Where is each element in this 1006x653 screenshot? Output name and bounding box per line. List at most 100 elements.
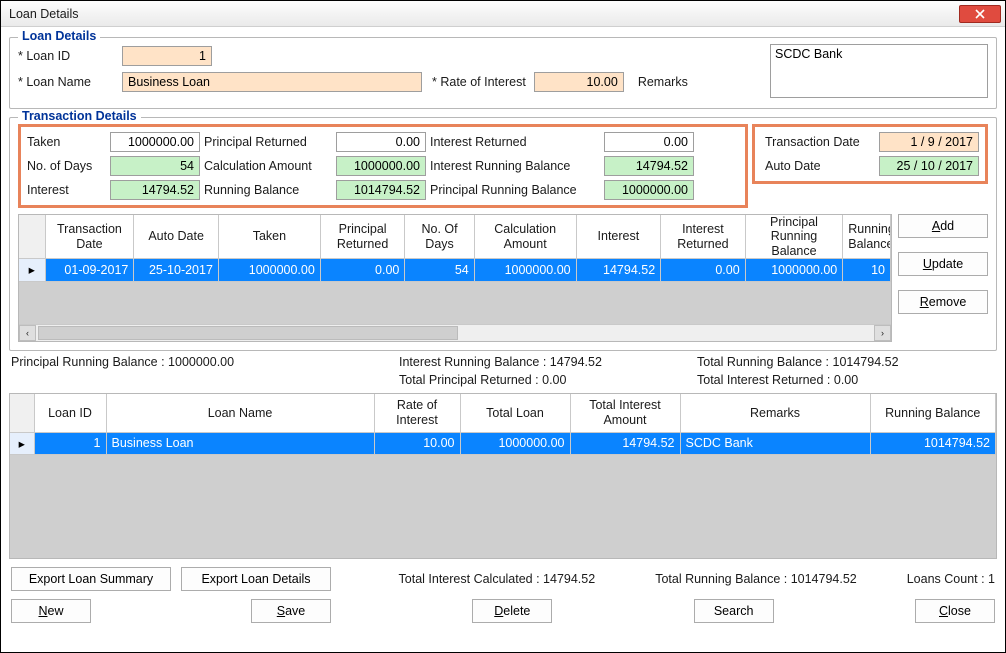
status-total-principal-returned: Total Principal Returned : 0.00	[339, 373, 667, 387]
summary-row[interactable]: ▸ 1 Business Loan 10.00 1000000.00 14794…	[10, 433, 996, 455]
close-icon	[974, 9, 986, 19]
loan-name-input[interactable]	[122, 72, 422, 92]
status-row-1: Principal Running Balance : 1000000.00 I…	[9, 353, 997, 371]
col-auto-date[interactable]: Auto Date	[134, 215, 219, 259]
transaction-date-label: Transaction Date	[765, 135, 875, 149]
cell-principal-returned: 0.00	[320, 259, 405, 281]
cell-auto-date: 25-10-2017	[134, 259, 219, 281]
cell-rate: 10.00	[374, 433, 460, 455]
row-indicator-icon: ▸	[19, 259, 45, 281]
col-transaction-date[interactable]: Transaction Date	[45, 215, 134, 259]
transaction-inputs-highlight: Taken Principal Returned Interest Return…	[18, 124, 748, 208]
col-total-loan[interactable]: Total Loan	[460, 394, 570, 432]
running-balance-label: Running Balance	[204, 183, 332, 197]
col-remarks[interactable]: Remarks	[680, 394, 870, 432]
tx-grid-hscroll[interactable]: ‹ ›	[19, 324, 891, 341]
rate-label: * Rate of Interest	[432, 75, 526, 89]
principal-returned-input[interactable]	[336, 132, 426, 152]
export-loan-details-button[interactable]: Export Loan Details	[181, 567, 331, 591]
cell-calculation-amount: 1000000.00	[474, 259, 576, 281]
loan-id-label: * Loan ID	[18, 49, 118, 63]
calculation-amount-input[interactable]	[336, 156, 426, 176]
add-button[interactable]: Add	[898, 214, 988, 238]
status-row-2: Total Principal Returned : 0.00 Total In…	[9, 373, 997, 391]
scroll-track[interactable]	[36, 325, 874, 341]
col-rate[interactable]: Rate of Interest	[374, 394, 460, 432]
loan-details-fieldset: Loan Details * Loan ID * Loan Name * Rat…	[9, 37, 997, 109]
transactions-grid[interactable]: Transaction Date Auto Date Taken Princip…	[18, 214, 892, 342]
transaction-dates: Transaction Date Auto Date	[752, 124, 988, 184]
col-loan-id[interactable]: Loan ID	[34, 394, 106, 432]
col-running-balance[interactable]: Running Balance	[843, 215, 891, 259]
scroll-right-icon[interactable]: ›	[874, 325, 891, 341]
col-principal-returned[interactable]: Principal Returned	[320, 215, 405, 259]
status-total-interest-returned: Total Interest Returned : 0.00	[667, 373, 995, 387]
col-total-interest[interactable]: Total Interest Amount	[570, 394, 680, 432]
no-of-days-input[interactable]	[110, 156, 200, 176]
cell-interest-returned: 0.00	[661, 259, 746, 281]
interest-returned-input[interactable]	[604, 132, 694, 152]
rate-input[interactable]	[534, 72, 624, 92]
export-loan-summary-button[interactable]: Export Loan Summary	[11, 567, 171, 591]
interest-running-balance-label: Interest Running Balance	[430, 159, 600, 173]
col-no-of-days[interactable]: No. Of Days	[405, 215, 474, 259]
col-loan-name[interactable]: Loan Name	[106, 394, 374, 432]
cell-total-loan: 1000000.00	[460, 433, 570, 455]
save-button[interactable]: Save	[251, 599, 331, 623]
principal-running-balance-label: Principal Running Balance	[430, 183, 600, 197]
row-indicator-icon: ▸	[10, 433, 34, 455]
search-button[interactable]: Search	[694, 599, 774, 623]
col-interest[interactable]: Interest	[576, 215, 661, 259]
taken-input[interactable]	[110, 132, 200, 152]
interest-running-balance-input[interactable]	[604, 156, 694, 176]
interest-returned-label: Interest Returned	[430, 135, 600, 149]
calculation-amount-label: Calculation Amount	[204, 159, 332, 173]
remove-button[interactable]: Remove	[898, 290, 988, 314]
col-principal-running-balance[interactable]: Principal Running Balance	[745, 215, 843, 259]
status-principal-running-balance: Principal Running Balance : 1000000.00	[11, 355, 339, 369]
interest-input[interactable]	[110, 180, 200, 200]
new-button[interactable]: New	[11, 599, 91, 623]
transaction-details-legend: Transaction Details	[18, 109, 141, 123]
scroll-thumb[interactable]	[38, 326, 458, 340]
tx-row[interactable]: ▸ 01-09-2017 25-10-2017 1000000.00 0.00 …	[19, 259, 891, 281]
cell-remarks: SCDC Bank	[680, 433, 870, 455]
update-button[interactable]: Update	[898, 252, 988, 276]
delete-button[interactable]: Delete	[472, 599, 552, 623]
col-interest-returned[interactable]: Interest Returned	[661, 215, 746, 259]
scroll-left-icon[interactable]: ‹	[19, 325, 36, 341]
col-calculation-amount[interactable]: Calculation Amount	[474, 215, 576, 259]
remarks-textarea[interactable]	[770, 44, 988, 98]
loan-details-window: Loan Details Loan Details * Loan ID * Lo…	[0, 0, 1006, 653]
interest-label: Interest	[27, 183, 106, 197]
transaction-date-input[interactable]	[879, 132, 979, 152]
footer-row-2: New Save Delete Search Close	[9, 599, 997, 625]
principal-returned-label: Principal Returned	[204, 135, 332, 149]
window-close-button[interactable]	[959, 5, 1001, 23]
principal-running-balance-input[interactable]	[604, 180, 694, 200]
status-total-running-balance: Total Running Balance : 1014794.52	[667, 355, 995, 369]
footer-row-1: Export Loan Summary Export Loan Details …	[9, 567, 997, 591]
col-summary-running-balance[interactable]: Running Balance	[870, 394, 996, 432]
footer-loans-count: Loans Count : 1	[907, 572, 995, 586]
close-button[interactable]: Close	[915, 599, 995, 623]
col-taken[interactable]: Taken	[218, 215, 320, 259]
loan-id-input[interactable]	[122, 46, 212, 66]
auto-date-input[interactable]	[879, 156, 979, 176]
cell-no-of-days: 54	[405, 259, 474, 281]
running-balance-input[interactable]	[336, 180, 426, 200]
loan-name-label: * Loan Name	[18, 75, 118, 89]
loan-details-legend: Loan Details	[18, 29, 100, 43]
cell-interest: 14794.52	[576, 259, 661, 281]
footer-total-interest-calculated: Total Interest Calculated : 14794.52	[399, 572, 596, 586]
cell-transaction-date: 01-09-2017	[45, 259, 134, 281]
taken-label: Taken	[27, 135, 106, 149]
cell-running-balance: 10	[843, 259, 891, 281]
cell-loan-id: 1	[34, 433, 106, 455]
cell-loan-name: Business Loan	[106, 433, 374, 455]
loan-summary-grid[interactable]: Loan ID Loan Name Rate of Interest Total…	[9, 393, 997, 559]
cell-total-interest: 14794.52	[570, 433, 680, 455]
footer-total-running-balance: Total Running Balance : 1014794.52	[655, 572, 857, 586]
client-area: Loan Details * Loan ID * Loan Name * Rat…	[1, 27, 1005, 652]
window-title: Loan Details	[5, 7, 959, 21]
